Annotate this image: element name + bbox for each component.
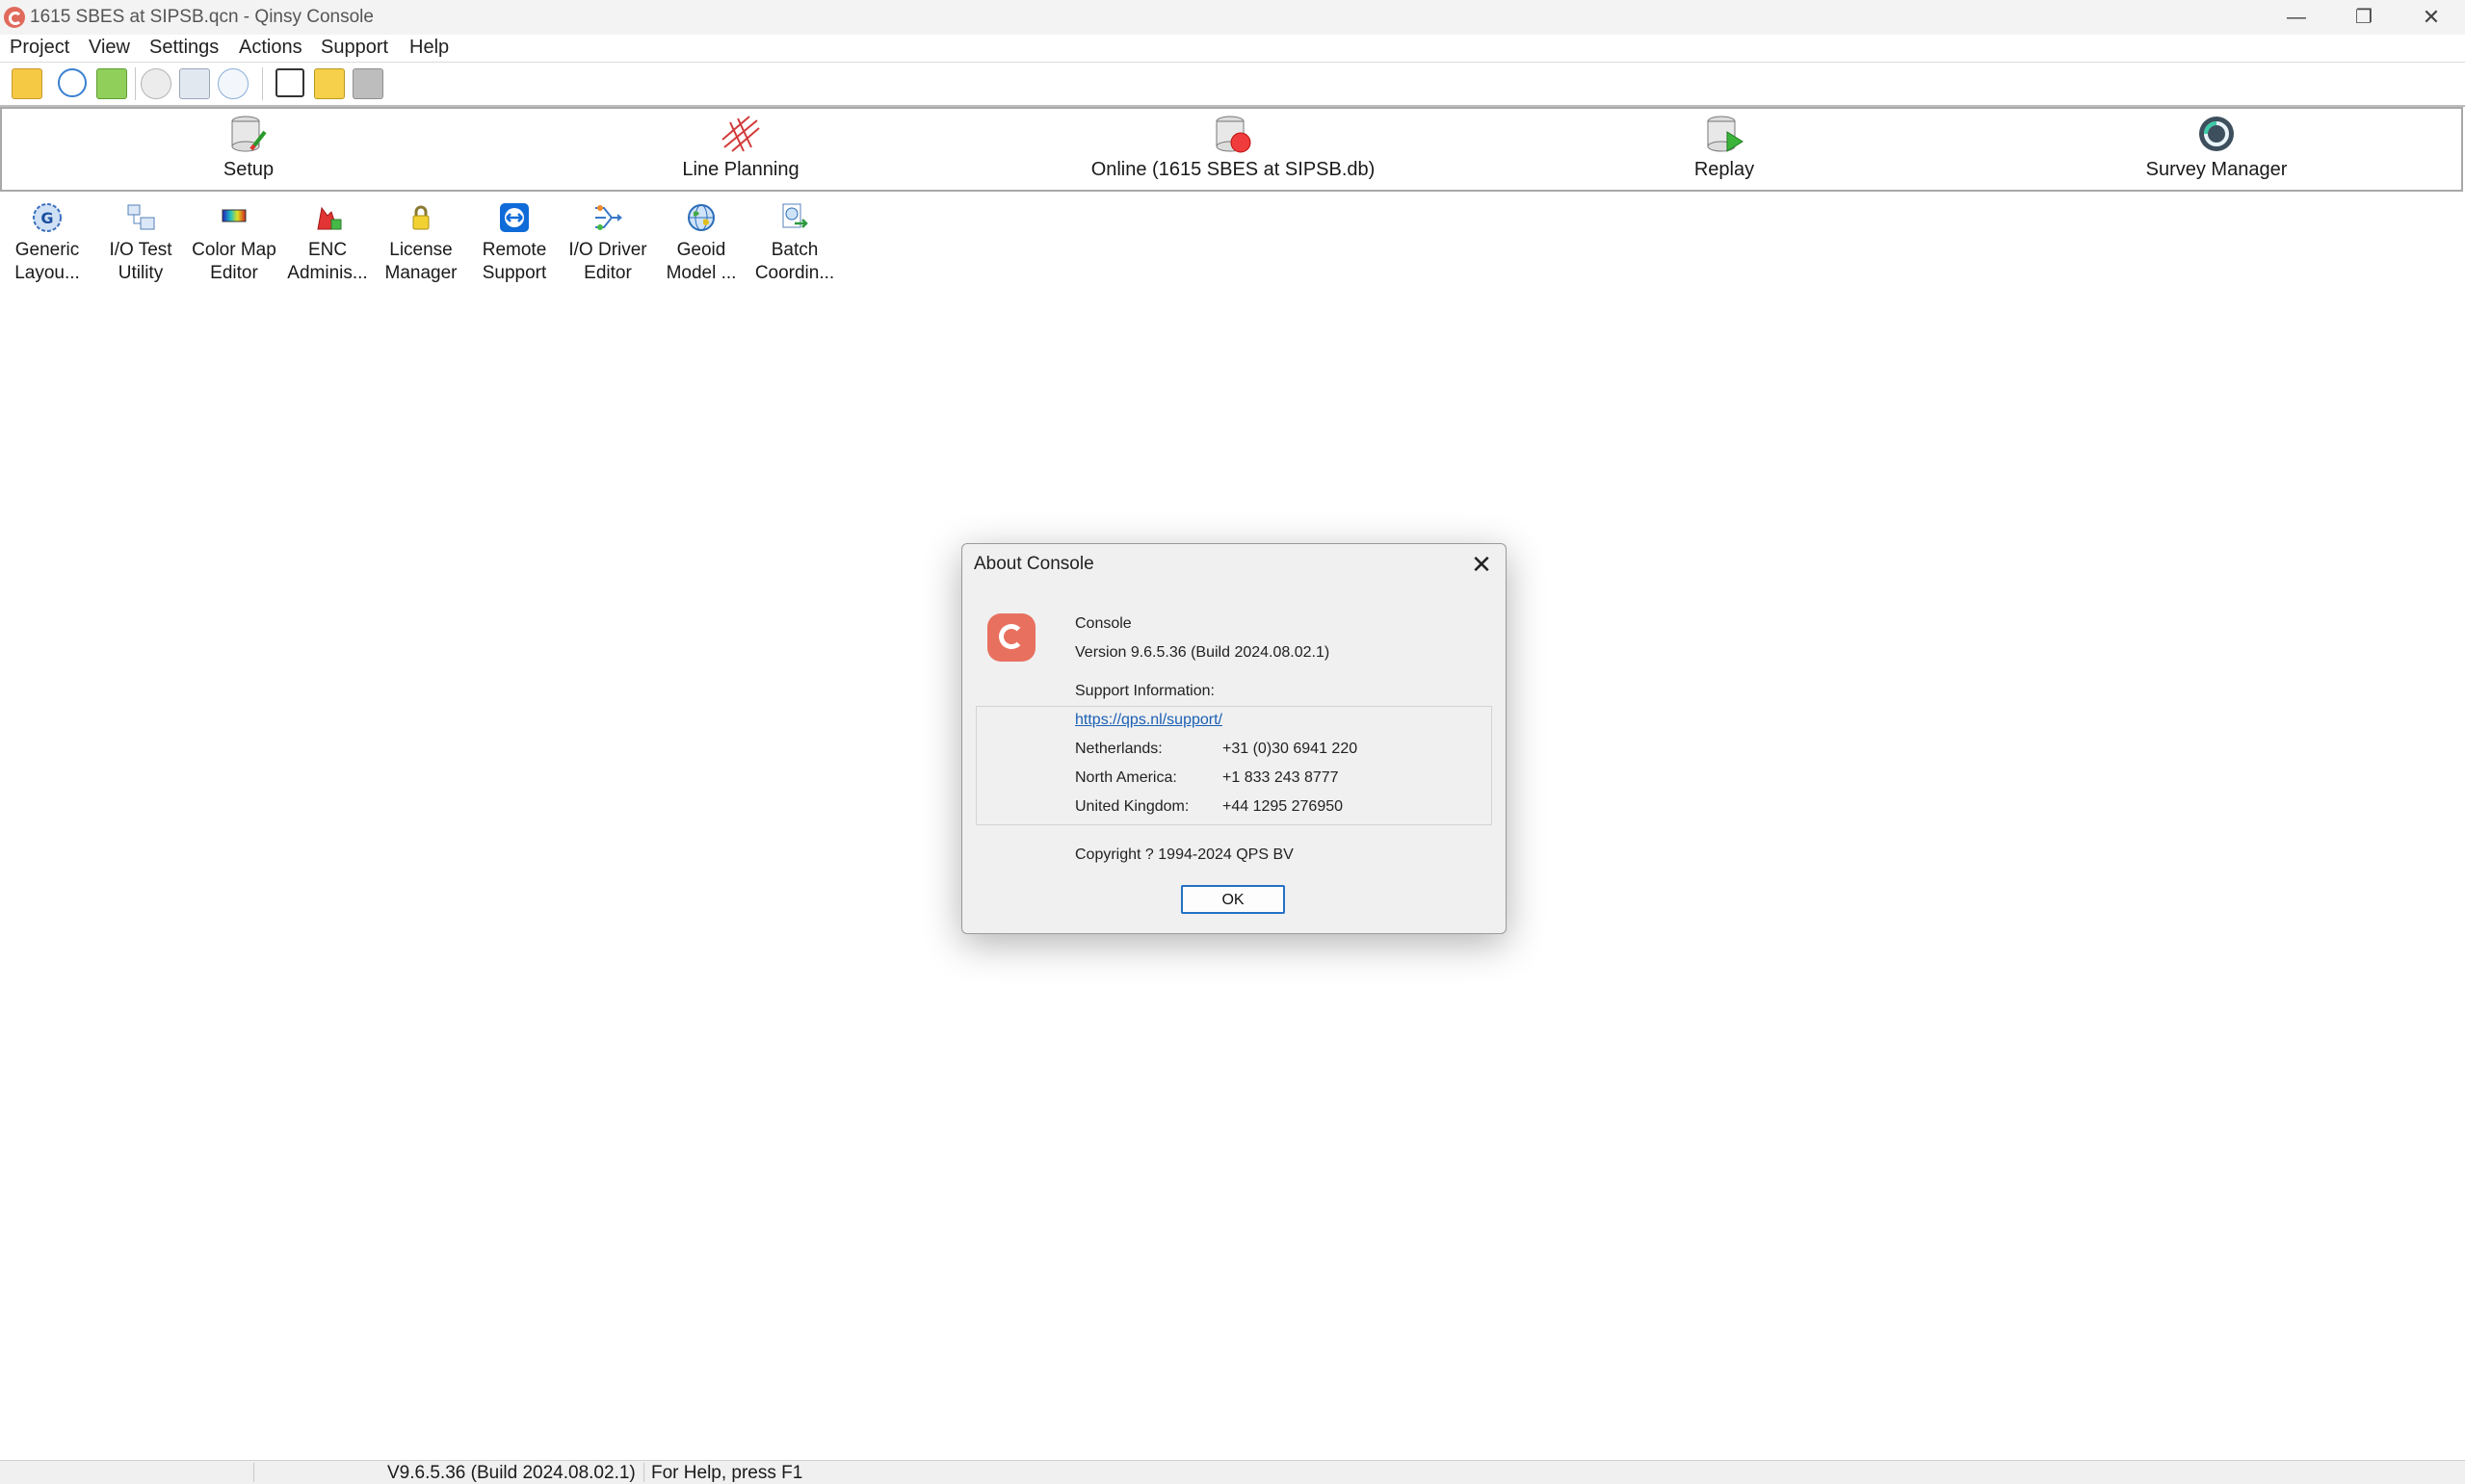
globe-icon[interactable]	[58, 68, 87, 97]
batch-coordinate-icon	[779, 202, 810, 233]
license-lock-icon	[406, 202, 436, 233]
tool-license-manager[interactable]: License Manager	[375, 202, 467, 285]
remote-support-icon	[499, 202, 530, 233]
title-bar: 1615 SBES at SIPSB.qcn - Qinsy Console —…	[0, 0, 2465, 35]
color-map-icon	[219, 202, 249, 233]
workflow-online[interactable]: Online (1615 SBES at SIPSB.db)	[1031, 109, 1435, 194]
geoid-globe-icon	[686, 202, 717, 233]
tool-geoid-model[interactable]: Geoid Model ...	[655, 202, 747, 285]
folder-green-icon[interactable]	[96, 68, 127, 99]
setup-database-icon	[228, 115, 269, 153]
tool-generic-layout[interactable]: G Generic Layou...	[1, 202, 93, 285]
restore-button[interactable]: ❐	[2330, 0, 2398, 35]
ok-button[interactable]: OK	[1181, 885, 1285, 914]
line-planning-icon	[721, 115, 761, 153]
support-heading: Support Information:	[1075, 683, 1215, 699]
brain-icon[interactable]	[141, 68, 171, 99]
menu-support[interactable]: Support	[321, 37, 388, 59]
status-divider	[643, 1463, 644, 1482]
contact-region: United Kingdom:	[1075, 798, 1190, 815]
status-divider	[253, 1463, 254, 1482]
dialog-close-button[interactable]: ✕	[1465, 548, 1498, 581]
workflow-survey-manager[interactable]: Survey Manager	[2014, 109, 2419, 194]
workflow-setup[interactable]: Setup	[46, 109, 451, 194]
tool-label: ENC Adminis...	[287, 240, 368, 283]
about-dialog: About Console ✕ Console Version 9.6.5.36…	[961, 543, 1507, 934]
tool-label: I/O Driver Editor	[568, 240, 647, 283]
tool-label: I/O Test Utility	[109, 240, 172, 283]
io-driver-icon	[592, 202, 623, 233]
close-window-button[interactable]: ✕	[2398, 0, 2465, 35]
status-version: V9.6.5.36 (Build 2024.08.02.1)	[387, 1463, 636, 1483]
tool-enc-administrator[interactable]: ENC Adminis...	[281, 202, 374, 285]
toolbar-separator	[262, 67, 263, 100]
workflow-line-planning[interactable]: Line Planning	[538, 109, 943, 194]
minimize-button[interactable]: —	[2263, 0, 2330, 35]
menu-view[interactable]: View	[89, 37, 130, 59]
tool-batch-coordinate[interactable]: Batch Coordin...	[748, 202, 841, 285]
tool-label: Batch Coordin...	[754, 240, 835, 283]
io-test-icon	[125, 202, 156, 233]
version-text: Version 9.6.5.36 (Build 2024.08.02.1)	[1075, 644, 1330, 661]
menu-help[interactable]: Help	[409, 37, 449, 59]
status-bar: V9.6.5.36 (Build 2024.08.02.1) For Help,…	[0, 1460, 2465, 1484]
info-icon[interactable]	[218, 68, 249, 99]
yellow-page-icon[interactable]	[314, 68, 345, 99]
tool-label: Generic Layou...	[14, 240, 80, 283]
gray-page-icon[interactable]	[353, 68, 383, 99]
qps-logo-icon	[987, 613, 1036, 662]
workflow-replay[interactable]: Replay	[1522, 109, 1927, 194]
toolbar	[0, 63, 2465, 107]
tool-label: Geoid Model ...	[666, 240, 737, 283]
contact-region: Netherlands:	[1075, 741, 1163, 757]
open-folder-icon[interactable]	[12, 68, 42, 99]
workflow-setup-label: Setup	[223, 159, 275, 180]
contact-phone: +1 833 243 8777	[1222, 769, 1339, 786]
replay-database-icon	[1704, 115, 1744, 153]
support-link[interactable]: https://qps.nl/support/	[1075, 712, 1222, 729]
tool-io-test-utility[interactable]: I/O Test Utility	[94, 202, 187, 285]
copyright-text: Copyright ? 1994-2024 QPS BV	[1075, 846, 1294, 863]
dialog-title: About Console	[974, 554, 1094, 574]
tool-label: Color Map Editor	[192, 240, 276, 283]
product-name: Console	[1075, 615, 1132, 632]
tool-label: License Manager	[384, 240, 458, 283]
menu-bar: Project View Settings Actions Support He…	[0, 35, 2465, 63]
workflow-bar: Setup Line Planning Online (1615 SBES at…	[0, 107, 2463, 192]
tool-label: Remote Support	[482, 240, 547, 283]
status-help: For Help, press F1	[651, 1463, 803, 1483]
workflow-online-label: Online (1615 SBES at SIPSB.db)	[1090, 159, 1376, 180]
generic-layout-icon: G	[32, 202, 63, 233]
menu-project[interactable]: Project	[10, 37, 69, 59]
io-icon[interactable]	[179, 68, 210, 99]
workflow-line-planning-label: Line Planning	[682, 159, 800, 180]
contact-phone: +31 (0)30 6941 220	[1222, 741, 1358, 757]
text-frame-icon[interactable]	[275, 68, 304, 97]
workflow-survey-manager-label: Survey Manager	[2145, 159, 2288, 180]
menu-settings[interactable]: Settings	[149, 37, 219, 59]
tool-color-map-editor[interactable]: Color Map Editor	[188, 202, 280, 285]
window-title: 1615 SBES at SIPSB.qcn - Qinsy Console	[30, 7, 374, 27]
contact-phone: +44 1295 276950	[1222, 798, 1344, 815]
tool-io-driver-editor[interactable]: I/O Driver Editor	[562, 202, 654, 285]
workflow-replay-label: Replay	[1693, 159, 1755, 180]
svg-text:G: G	[40, 209, 53, 227]
qinsy-app-icon[interactable]	[4, 7, 25, 28]
enc-admin-icon	[312, 202, 343, 233]
contact-region: North America:	[1075, 769, 1177, 786]
toolbar-separator	[135, 67, 136, 100]
survey-manager-icon	[2196, 115, 2237, 153]
online-database-icon	[1213, 115, 1253, 153]
menu-actions[interactable]: Actions	[239, 37, 302, 59]
tool-remote-support[interactable]: Remote Support	[468, 202, 561, 285]
